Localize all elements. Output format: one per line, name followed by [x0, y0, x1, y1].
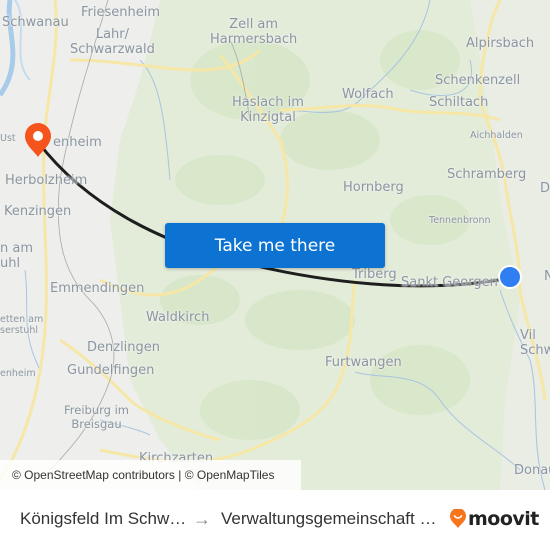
place-label: Tennenbronn: [429, 215, 491, 226]
moovit-pin-icon: [450, 509, 466, 528]
place-label: Schramberg: [447, 167, 527, 182]
place-label: Emmendingen: [50, 281, 145, 296]
place-label: Zell am Harmersbach: [210, 17, 298, 47]
place-label: Ust: [0, 133, 16, 144]
place-label: Haslach im Kinzigtal: [232, 95, 304, 125]
place-label: Herbolzheim: [5, 173, 88, 188]
place-label: Waldkirch: [146, 310, 210, 325]
moovit-wordmark: moovit: [468, 508, 539, 530]
place-label: etten am serstuhl: [0, 314, 44, 336]
moovit-logo[interactable]: moovit: [450, 507, 539, 531]
place-label: enheim: [53, 135, 102, 150]
place-label: Furtwangen: [325, 355, 402, 370]
place-label: Sankt Georgen: [401, 275, 498, 290]
place-label: Schenkenzell: [435, 73, 521, 88]
place-label: Gundelfingen: [67, 363, 155, 378]
place-label: Friesenheim: [81, 5, 161, 20]
place-label: Vil Schw: [520, 328, 550, 358]
take-me-there-button[interactable]: Take me there: [165, 223, 385, 268]
map[interactable]: Schwanau Friesenheim Lahr/ Schwarzwald Z…: [0, 0, 550, 490]
map-attribution[interactable]: © OpenStreetMap contributors | © OpenMap…: [0, 460, 301, 490]
place-label: Hornberg: [343, 180, 404, 195]
place-label: Lahr/ Schwarzwald: [70, 27, 155, 57]
place-label: N: [544, 269, 550, 284]
place-label: Kenzingen: [4, 204, 72, 219]
place-label: Schiltach: [429, 95, 489, 110]
origin-stop-name: Königsfeld Im Schw…: [20, 509, 187, 528]
place-label: Denzlingen: [87, 340, 161, 355]
place-label: n am uhl: [0, 241, 34, 271]
place-label: Aichhalden: [470, 130, 523, 141]
place-label: Alpirsbach: [466, 36, 535, 51]
place-label: Triberg: [352, 267, 397, 282]
place-label: D: [540, 181, 550, 196]
route-footer: Königsfeld Im Schw… → Verwaltungsgemeins…: [0, 490, 550, 550]
arrow-right-icon: →: [193, 509, 211, 529]
place-label: Wolfach: [342, 87, 394, 102]
place-label: Schwanau: [2, 15, 69, 30]
place-label: Freiburg im Breisgau: [64, 403, 129, 431]
moovit-route-card: Schwanau Friesenheim Lahr/ Schwarzwald Z…: [0, 0, 550, 550]
destination-stop-name: Verwaltungsgemeinschaft …: [221, 509, 437, 528]
origin-marker-icon[interactable]: [498, 265, 522, 289]
place-label: enheim: [0, 368, 36, 379]
place-label: Donau: [514, 463, 550, 478]
